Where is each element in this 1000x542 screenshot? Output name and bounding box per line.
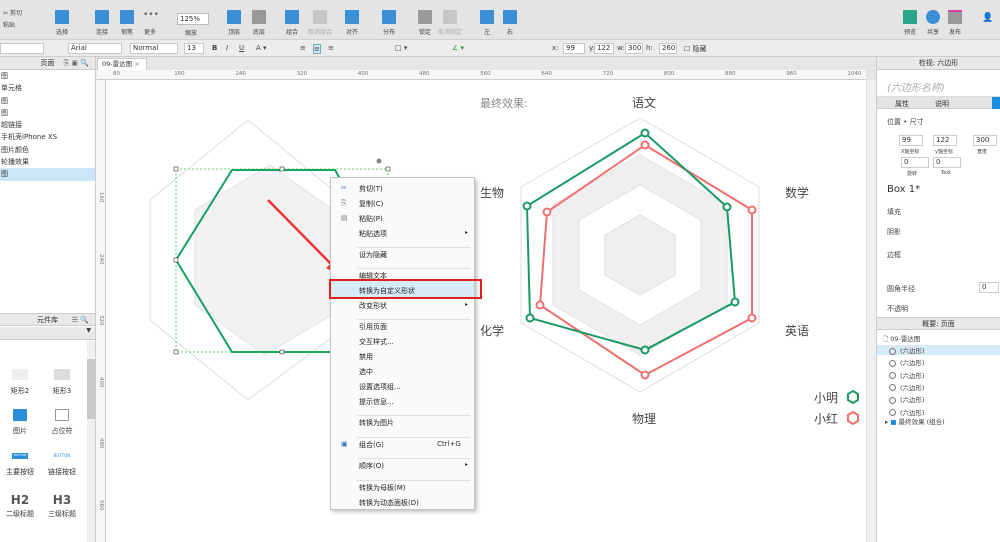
legend-xiaoming: 小明 [814,391,839,405]
hexagon-icon [889,359,896,367]
menu-separator [357,480,470,481]
menu-separator [357,268,470,269]
canvas-drawing [149,117,859,426]
menu-separator [357,458,470,459]
tab-style[interactable] [992,97,1000,109]
submenu-arrow-icon: ▸ [465,229,469,236]
inspector-tabs: 属性 说明 [877,96,1000,109]
shape-name-input[interactable]: (六边形名称) [887,79,945,94]
menu-item[interactable]: 转换为动态面板(D) [359,498,419,508]
hexagon-icon [889,384,896,392]
menu-item[interactable]: 改变形状 [359,301,387,311]
tab-notes[interactable]: 说明 [935,99,949,109]
menu-separator [357,247,470,248]
outline-item[interactable]: (六边形) [889,407,925,417]
menu-item[interactable]: 引用页面 [359,322,387,332]
outline-item-label: (六边形) [900,371,925,380]
menu-item[interactable]: 禁用 [359,352,373,362]
menu-item[interactable]: 选中 [359,367,373,377]
menu-item[interactable]: 转换为母板(M) [359,483,406,493]
menu-separator [357,437,470,438]
rotate-handle [376,158,382,164]
radius-field[interactable]: 0 [979,282,999,293]
outline-item[interactable]: (六边形) [889,394,925,404]
axis-label-english: 英语 [785,324,810,338]
menu-separator [357,319,470,320]
axis-label-physics: 物理 [632,412,657,426]
text-rotation-field[interactable]: 0 [933,157,961,168]
y-field[interactable]: 122 [933,135,957,146]
submenu-arrow-icon: ▸ [465,301,469,308]
axis-label-math: 数学 [785,186,810,200]
menu-item[interactable]: 组合(G) [359,440,384,450]
outline-item-label: (六边形) [900,359,925,368]
axis-label-chemistry: 化学 [480,324,505,338]
submenu-arrow-icon: ▸ [465,461,469,468]
menu-item[interactable]: 设置选项组... [359,382,401,392]
group-icon: ▣ [341,440,348,448]
outline-group[interactable]: ▸ ■ 最终效果 (组合) [885,416,945,426]
highlight-box [329,279,482,299]
menu-item[interactable]: 顺序(O) [359,461,384,471]
outline-item-label: (六边形) [900,396,925,405]
outline-item[interactable]: (六边形) [889,382,925,392]
inspector-header: 检视: 六边形 [877,57,1000,70]
group-shortcut: Ctrl+G [437,440,461,448]
width-field[interactable]: 300 [973,135,997,146]
x-field[interactable]: 99 [899,135,923,146]
radar-title: 最终效果: [480,97,528,110]
menu-item[interactable]: 设为隐藏 [359,250,387,260]
menu-item[interactable]: 提示信息... [359,397,394,407]
outline-item[interactable]: (六边形) [877,345,1000,355]
outline-header: 概要: 页面 [877,317,1000,330]
paste-icon: ▤ [341,214,348,222]
hexagon-icon [889,347,896,355]
legend-xiaohong: 小红 [814,412,839,426]
tab-properties[interactable]: 属性 [895,99,909,109]
legend-xiaohong-icon [847,410,859,426]
outline-item-label: (六边形) [900,347,925,355]
menu-item[interactable]: 转换为图片 [359,418,394,428]
menu-item[interactable]: 粘贴选项 [359,229,387,239]
hexagon-icon [889,396,896,404]
rotation-field[interactable]: 0 [901,157,929,168]
menu-separator [357,415,470,416]
hexagon-icon [889,409,896,416]
outline-item[interactable]: (六边形) [889,357,925,367]
hexagon-icon [889,372,896,380]
inspector-panel: 检视: 六边形 (六边形名称) 属性 说明 位置 • 尺寸 99 122 300… [876,57,1000,542]
menu-item[interactable]: 粘贴(P) [359,214,383,224]
menu-item[interactable]: 交互样式... [359,337,394,347]
outline-item[interactable]: (六边形) [889,370,925,380]
menu-item[interactable]: 剪切(T) [359,184,383,194]
style-select[interactable]: Box 1* [887,184,920,195]
axis-label-biology: 生物 [480,186,505,200]
context-menu: ✂ ⎘ ▤ ▣ 剪切(T) 复制(C) 粘贴(P) 粘贴选项 设为隐藏 编辑文本 转换为自定… [330,177,475,510]
menu-item[interactable]: 复制(C) [359,199,383,209]
axis-label-chinese: 语文 [632,96,657,110]
scissors-icon: ✂ [341,184,347,192]
outline-item-label: (六边形) [900,383,925,392]
copy-icon: ⎘ [341,199,347,207]
legend-xiaoming-icon [847,389,859,405]
